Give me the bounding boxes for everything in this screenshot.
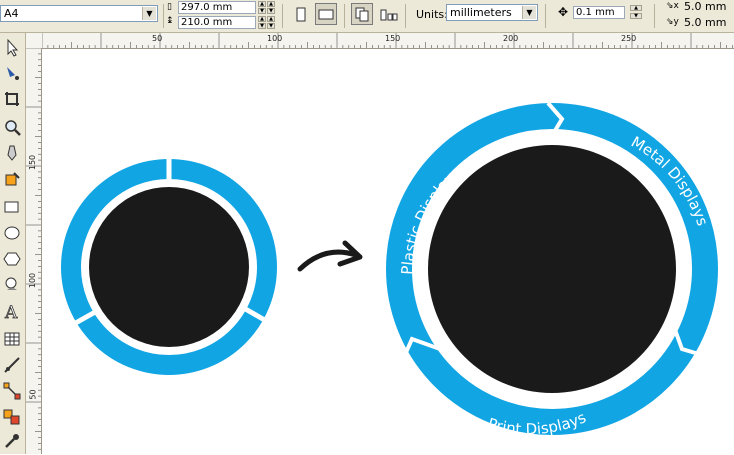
- separator: [654, 4, 655, 28]
- width-spin-up[interactable]: ▲: [258, 1, 266, 7]
- dimension-tool-icon: [4, 357, 20, 373]
- freehand-tool[interactable]: [2, 143, 22, 165]
- eyedropper-tool[interactable]: [2, 431, 22, 453]
- width-spin-down[interactable]: ▼: [258, 8, 266, 14]
- current-page-icon: [380, 9, 398, 21]
- duplicate-y-value[interactable]: 5.0 mm: [684, 16, 726, 29]
- property-bar: A4 ▼ ▯ 297.0 mm ▲ ▼ ▲ ▼ ↨ 210.0 mm ▲ ▼ ▲…: [0, 0, 734, 33]
- ruler-h-label: 100: [267, 34, 283, 43]
- width-spin-up-2[interactable]: ▲: [267, 1, 275, 7]
- text-tool-icon: A: [4, 303, 19, 324]
- pick-tool-icon: [7, 38, 19, 57]
- zoom-tool-icon: [5, 120, 21, 136]
- width-spin-down-2[interactable]: ▼: [267, 8, 275, 14]
- ruler-h-label: 150: [385, 34, 401, 43]
- shape-tool[interactable]: [2, 63, 22, 85]
- rectangle-tool[interactable]: [2, 197, 22, 219]
- ruler-h-label: 250: [621, 34, 637, 43]
- ellipse-tool[interactable]: [2, 223, 22, 245]
- landscape-icon: [318, 9, 334, 20]
- drawing-canvas[interactable]: Plastic Displays Metal Displays Print Di…: [42, 49, 734, 454]
- shape-tool-icon: [7, 67, 19, 80]
- all-pages-icon: [355, 7, 369, 22]
- portrait-button[interactable]: [290, 4, 312, 26]
- height-spin-up[interactable]: ▲: [258, 16, 266, 22]
- width-icon: ▯: [167, 2, 172, 12]
- paper-size-value: A4: [4, 7, 19, 20]
- separator: [405, 4, 406, 28]
- eyedropper-tool-icon: [5, 434, 19, 448]
- all-pages-button[interactable]: [351, 3, 373, 25]
- small-ring-diagram[interactable]: [61, 159, 277, 375]
- toolbox: A: [0, 33, 26, 454]
- ruler-v-label: 50: [28, 389, 38, 400]
- dimension-tool[interactable]: [2, 355, 22, 377]
- nudge-icon: ✥: [558, 5, 569, 19]
- rectangle-tool-icon: [4, 201, 19, 213]
- large-center-disc: [428, 145, 676, 393]
- smart-fill-tool[interactable]: [2, 169, 22, 191]
- ruler-corner[interactable]: [26, 33, 43, 49]
- pick-tool[interactable]: [2, 37, 22, 59]
- nudge-spin-up[interactable]: ▲: [630, 5, 642, 11]
- nudge-distance-field[interactable]: 0.1 mm: [573, 6, 625, 19]
- ruler-v-label: 150: [28, 154, 38, 171]
- height-spin-down[interactable]: ▼: [258, 23, 266, 29]
- paper-size-dropdown[interactable]: A4 ▼: [0, 5, 158, 22]
- chevron-down-icon[interactable]: ▼: [522, 6, 536, 19]
- portrait-icon: [296, 7, 306, 22]
- nudge-distance-value: 0.1 mm: [576, 7, 615, 18]
- paper-width-field[interactable]: 297.0 mm: [178, 1, 256, 14]
- interactive-blend-tool-icon: [3, 409, 20, 425]
- current-page-button[interactable]: [377, 4, 399, 26]
- ellipse-tool-icon: [4, 226, 20, 240]
- ruler-v-label: 100: [28, 272, 38, 289]
- table-tool-icon: [4, 332, 20, 346]
- transform-arrow-icon: [297, 240, 363, 272]
- crop-tool-icon: [5, 92, 19, 106]
- height-spin-up-2[interactable]: ▲: [267, 16, 275, 22]
- paper-width-value: 297.0 mm: [181, 2, 233, 13]
- freehand-tool-icon: [7, 145, 17, 161]
- connector-tool-icon: [3, 382, 21, 400]
- interactive-blend-tool[interactable]: [2, 407, 22, 429]
- paper-height-value: 210.0 mm: [181, 17, 233, 28]
- height-icon: ↨: [166, 16, 174, 26]
- basic-shapes-tool[interactable]: [2, 275, 22, 297]
- horizontal-ruler[interactable]: 50 100 150 200 250: [42, 33, 734, 49]
- text-tool[interactable]: A: [2, 301, 22, 324]
- separator: [344, 4, 345, 28]
- crop-tool[interactable]: [2, 89, 22, 111]
- height-spin-down-2[interactable]: ▼: [267, 23, 275, 29]
- nudge-spin-down[interactable]: ▼: [630, 13, 642, 19]
- units-dropdown[interactable]: millimeters ▼: [446, 4, 538, 21]
- polygon-tool-icon: [3, 252, 21, 266]
- vertical-ruler[interactable]: 150 100 50: [26, 48, 42, 454]
- chevron-down-icon[interactable]: ▼: [142, 7, 156, 20]
- separator: [282, 4, 283, 28]
- ruler-h-label: 50: [152, 34, 163, 43]
- duplicate-x-icon: ⇘x: [666, 1, 679, 11]
- polygon-tool[interactable]: [2, 249, 22, 271]
- paper-height-field[interactable]: 210.0 mm: [178, 16, 256, 29]
- duplicate-x-value[interactable]: 5.0 mm: [684, 0, 726, 13]
- connector-tool[interactable]: [2, 381, 22, 403]
- drawing-svg[interactable]: Plastic Displays Metal Displays Print Di…: [42, 49, 734, 454]
- separator: [163, 4, 164, 28]
- small-center-disc: [89, 187, 249, 347]
- large-ring-diagram[interactable]: Plastic Displays Metal Displays Print Di…: [386, 101, 718, 438]
- separator: [545, 4, 546, 28]
- zoom-tool[interactable]: [2, 117, 22, 139]
- svg-text:A: A: [4, 303, 18, 321]
- duplicate-y-icon: ⇘y: [666, 17, 679, 27]
- units-value: millimeters: [450, 6, 512, 19]
- units-label: Units:: [416, 8, 448, 21]
- table-tool[interactable]: [2, 329, 22, 351]
- smart-fill-tool-icon: [5, 172, 20, 186]
- basic-shapes-tool-icon: [5, 277, 17, 290]
- ruler-h-label: 200: [503, 34, 519, 43]
- landscape-button[interactable]: [315, 3, 337, 25]
